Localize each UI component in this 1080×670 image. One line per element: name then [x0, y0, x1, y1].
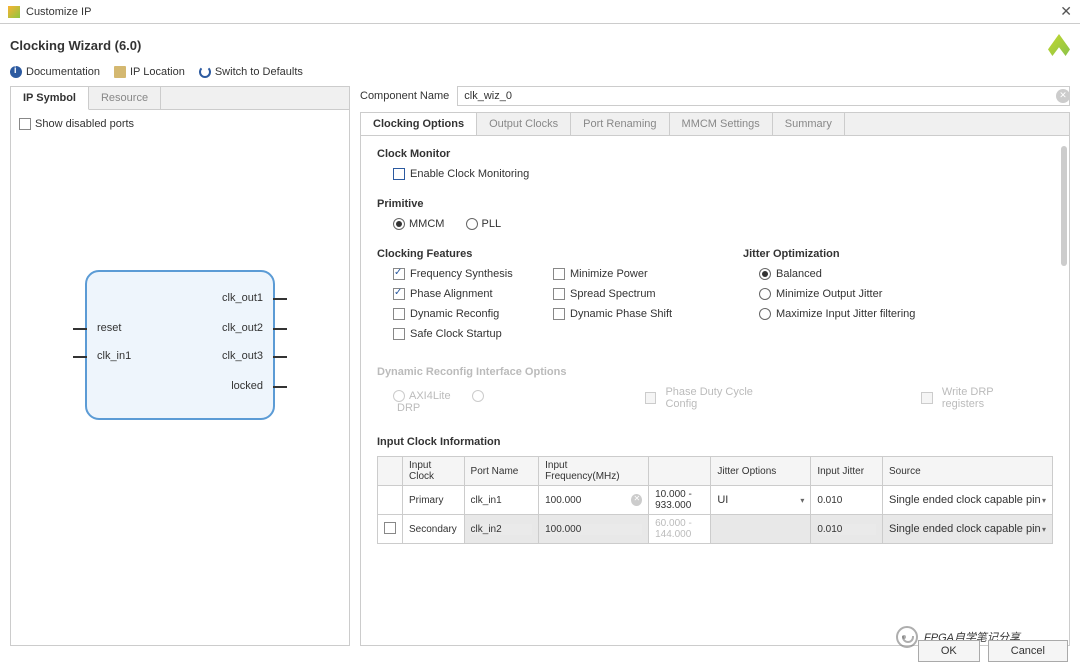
jitter-opt-title: Jitter Optimization: [743, 248, 915, 260]
clear-freq-icon[interactable]: ✕: [631, 494, 642, 506]
clocking-features-title: Clocking Features: [377, 248, 683, 260]
enable-clock-monitoring-checkbox[interactable]: [393, 168, 405, 180]
show-disabled-checkbox[interactable]: [19, 118, 31, 130]
scrollbar[interactable]: [1061, 146, 1067, 266]
secondary-enable-checkbox[interactable]: [384, 522, 396, 534]
app-logo-icon: [8, 6, 20, 18]
close-icon[interactable]: ✕: [1060, 3, 1072, 20]
switch-defaults-link[interactable]: Switch to Defaults: [199, 66, 303, 78]
feature-3-label: Spread Spectrum: [570, 288, 656, 300]
left-tabs: IP Symbol Resource: [11, 87, 349, 110]
jitter-opts-0[interactable]: UI: [717, 494, 804, 506]
port-clk-out3: clk_out3: [222, 350, 263, 362]
jitter-label-1: Minimize Output Jitter: [776, 288, 882, 300]
right-panel: Component Name ✕ Clocking Options Output…: [360, 86, 1070, 646]
feature-3-checkbox[interactable]: [553, 288, 565, 300]
xilinx-logo-icon: [1048, 34, 1070, 56]
info-icon: [10, 66, 22, 78]
port-name-0[interactable]: [471, 495, 533, 506]
feature-1-label: Minimize Power: [570, 268, 648, 280]
tab-output-clocks[interactable]: Output Clocks: [477, 113, 571, 135]
radio-drp: [472, 390, 484, 402]
primitive-title: Primitive: [377, 198, 1053, 210]
show-disabled-label: Show disabled ports: [35, 118, 134, 130]
feature-0-checkbox[interactable]: [393, 268, 405, 280]
radio-pll[interactable]: [466, 218, 478, 230]
tab-mmcm-settings[interactable]: MMCM Settings: [670, 113, 773, 135]
freq-0[interactable]: [545, 495, 631, 506]
clear-input-icon[interactable]: ✕: [1056, 89, 1070, 103]
port-name-1: [471, 524, 533, 535]
jitter-radio-0[interactable]: [759, 268, 771, 280]
toolbar: Documentation IP Location Switch to Defa…: [0, 62, 1080, 86]
header: Clocking Wizard (6.0): [0, 24, 1080, 62]
port-clk-out1: clk_out1: [222, 292, 263, 304]
jitter-label-2: Maximize Input Jitter filtering: [776, 308, 915, 320]
feature-6-checkbox[interactable]: [393, 328, 405, 340]
port-locked: locked: [231, 380, 263, 392]
phase-duty-checkbox: [645, 392, 657, 404]
input-jitter-0[interactable]: [817, 495, 876, 506]
source-0[interactable]: Single ended clock capable pin: [889, 494, 1046, 506]
folder-icon: [114, 66, 126, 78]
feature-1-checkbox[interactable]: [553, 268, 565, 280]
jitter-radio-1[interactable]: [759, 288, 771, 300]
feature-4-checkbox[interactable]: [393, 308, 405, 320]
window-title: Customize IP: [26, 6, 1060, 18]
feature-4-label: Dynamic Reconfig: [410, 308, 499, 320]
page-title: Clocking Wizard (6.0): [10, 38, 1048, 53]
tab-resource[interactable]: Resource: [89, 87, 161, 109]
feature-0-label: Frequency Synthesis: [410, 268, 513, 280]
ok-button[interactable]: OK: [918, 640, 980, 662]
port-clk-out2: clk_out2: [222, 322, 263, 334]
tab-summary[interactable]: Summary: [773, 113, 845, 135]
clock-monitor-title: Clock Monitor: [377, 148, 1053, 160]
tab-clocking-options[interactable]: Clocking Options: [361, 113, 477, 135]
component-name-input[interactable]: [457, 86, 1070, 106]
input-clock-info-title: Input Clock Information: [377, 436, 1053, 448]
feature-2-label: Phase Alignment: [410, 288, 493, 300]
radio-mmcm[interactable]: [393, 218, 405, 230]
refresh-icon: [199, 66, 211, 78]
enable-clock-monitoring-label: Enable Clock Monitoring: [410, 168, 529, 180]
cancel-button[interactable]: Cancel: [988, 640, 1068, 662]
jitter-radio-2[interactable]: [759, 308, 771, 320]
ip-location-link[interactable]: IP Location: [114, 66, 185, 78]
feature-5-checkbox[interactable]: [553, 308, 565, 320]
dialog-footer: OK Cancel: [918, 640, 1068, 662]
ip-symbol-diagram: reset clk_in1 clk_out1 clk_out2 clk_out3…: [85, 270, 275, 420]
left-panel: IP Symbol Resource Show disabled ports r…: [10, 86, 350, 646]
feature-5-label: Dynamic Phase Shift: [570, 308, 672, 320]
input-jitter-1: [817, 524, 876, 535]
component-name-label: Component Name: [360, 90, 449, 102]
options-panel: Clock Monitor Enable Clock Monitoring Pr…: [360, 135, 1070, 646]
freq-1: [545, 524, 642, 535]
input-clock-table: Input ClockPort NameInput Frequency(MHz)…: [377, 456, 1053, 544]
source-1: Single ended clock capable pin: [889, 523, 1046, 535]
port-reset: reset: [97, 322, 121, 334]
feature-6-label: Safe Clock Startup: [410, 328, 502, 340]
dynamic-reconfig-title: Dynamic Reconfig Interface Options: [377, 366, 1053, 378]
tab-port-renaming[interactable]: Port Renaming: [571, 113, 669, 135]
titlebar: Customize IP ✕: [0, 0, 1080, 24]
feature-2-checkbox[interactable]: [393, 288, 405, 300]
config-tabs: Clocking Options Output Clocks Port Rena…: [360, 112, 1070, 135]
jitter-label-0: Balanced: [776, 268, 822, 280]
tab-ip-symbol[interactable]: IP Symbol: [11, 87, 89, 110]
documentation-link[interactable]: Documentation: [10, 66, 100, 78]
radio-axi4lite: [393, 390, 405, 402]
port-clk-in1: clk_in1: [97, 350, 131, 362]
write-drp-checkbox: [921, 392, 933, 404]
